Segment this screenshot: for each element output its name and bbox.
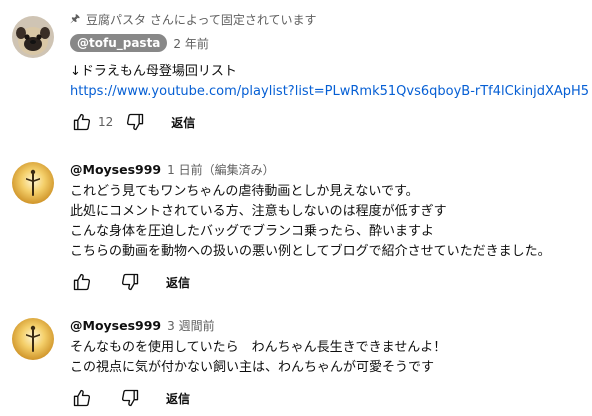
author-name[interactable]: @tofu_pasta — [70, 34, 168, 52]
like-button[interactable] — [70, 270, 94, 294]
pinned-indicator: 🖈 豆腐パスタ さんによって固定されています — [70, 10, 586, 28]
comment-text-line: この視点に気が付かない飼い主は、わんちゃんが可愛そうです — [70, 360, 435, 375]
comment-actions: 返信 — [70, 268, 586, 296]
comment-time[interactable]: 3 週間前 — [167, 317, 214, 334]
like-button[interactable] — [70, 110, 94, 134]
comment-thread: 🖈 豆腐パスタ さんによって固定されています @tofu_pasta 2 年前 … — [0, 0, 592, 416]
reply-button[interactable]: 返信 — [171, 114, 195, 131]
comment-actions: 返信 — [70, 384, 586, 412]
thumbs-down-icon — [121, 389, 139, 407]
dislike-button[interactable] — [123, 110, 147, 134]
avatar[interactable] — [12, 318, 54, 360]
pin-icon: 🖈 — [70, 11, 81, 25]
sunset-figure-icon — [12, 318, 54, 360]
comment-time[interactable]: 1 日前（編集済み） — [167, 161, 274, 178]
pinned-text: 豆腐パスタ さんによって固定されています — [86, 12, 317, 27]
reply-button[interactable]: 返信 — [166, 274, 190, 291]
comment-actions: 12 返信 — [70, 108, 586, 136]
dislike-button[interactable] — [118, 386, 142, 410]
comment-text-line: ↓ドラえもん母登場回リスト — [70, 64, 237, 79]
comment-text-line: こちらの動画を動物への扱いの悪い例としてブログで紹介させていただきました。 — [70, 244, 551, 259]
like-count: 12 — [98, 115, 114, 129]
thumbs-down-icon — [121, 273, 139, 291]
reply-button[interactable]: 返信 — [166, 390, 190, 407]
like-button[interactable] — [70, 386, 94, 410]
comment-text-line: そんなものを使用していたら わんちゃん長生きできませんよ！ — [70, 340, 447, 355]
comment-header: @tofu_pasta 2 年前 — [70, 32, 586, 54]
avatar[interactable] — [12, 16, 54, 58]
comment-text-line: こんな身体を圧迫したバッグでブランコ乗ったら、酔いますよ — [70, 224, 435, 239]
avatar[interactable] — [12, 162, 54, 204]
playlist-link[interactable]: https://www.youtube.com/playlist?list=PL… — [70, 82, 589, 102]
dislike-button[interactable] — [118, 270, 142, 294]
comment-text-line: これどう見てもワンちゃんの虐待動画としか見えないです。 — [70, 184, 419, 199]
sunset-figure-icon — [12, 162, 54, 204]
comment-time[interactable]: 2 年前 — [173, 35, 208, 52]
thumbs-down-icon — [127, 113, 144, 131]
comment-text-line: 此処にコメントされている方、注意もしないのは程度が低すぎす — [70, 204, 447, 219]
author-name[interactable]: @Moyses999 — [70, 318, 161, 333]
author-name[interactable]: @Moyses999 — [70, 162, 161, 177]
comment-header: @Moyses999 1 日前（編集済み） — [70, 158, 586, 180]
thumbs-up-icon — [73, 389, 91, 407]
comment-header: @Moyses999 3 週間前 — [70, 314, 586, 336]
pug-avatar-icon — [12, 16, 54, 58]
thumbs-up-icon — [73, 113, 91, 131]
thumbs-up-icon — [73, 273, 91, 291]
